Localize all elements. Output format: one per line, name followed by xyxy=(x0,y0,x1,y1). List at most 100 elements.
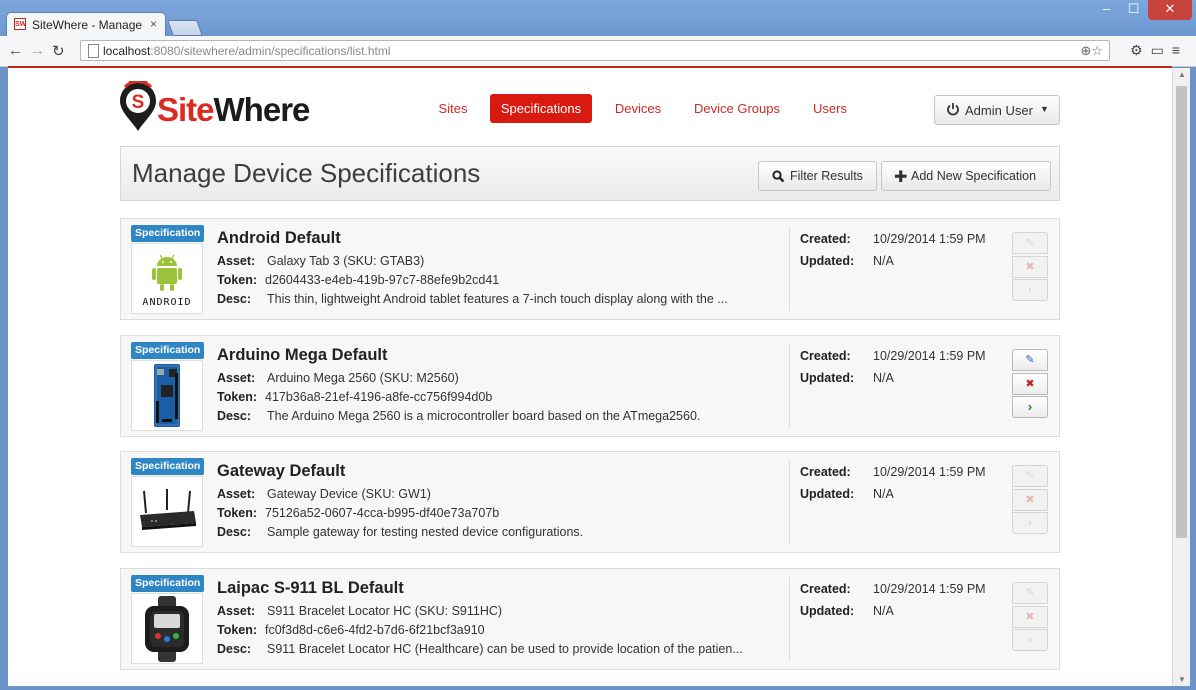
desc-label: Desc: xyxy=(217,292,252,306)
brand-name: SiteWhere xyxy=(157,91,311,129)
asset-value: Gateway Device (SKU: GW1) xyxy=(267,487,431,501)
delete-button-disabled[interactable]: ✖ xyxy=(1012,606,1048,628)
add-new-specification-button[interactable]: ✚ Add New Specification xyxy=(881,161,1051,191)
desc-value: The Arduino Mega 2560 is a microcontroll… xyxy=(267,409,701,423)
updated-row: Updated: N/A xyxy=(800,254,894,268)
filter-results-label: Filter Results xyxy=(790,169,863,183)
specification-card[interactable]: Specification Gateway Default Asset: Gate… xyxy=(120,451,1060,553)
nav-users[interactable]: Users xyxy=(809,94,851,123)
updated-row: Updated: N/A xyxy=(800,371,894,385)
new-tab-button[interactable] xyxy=(167,20,203,36)
specification-name[interactable]: Android Default xyxy=(217,229,341,248)
browser-tab[interactable]: SW SiteWhere - Manage × xyxy=(6,12,166,36)
forward-arrow-icon[interactable]: → xyxy=(30,42,45,59)
token-label: Token: xyxy=(217,623,258,637)
asset-value: Arduino Mega 2560 (SKU: M2560) xyxy=(267,371,459,385)
page-title-panel: Manage Device Specifications Filter Resu… xyxy=(120,146,1060,201)
close-window-button[interactable]: ✕ xyxy=(1148,0,1192,20)
created-label: Created: xyxy=(800,582,851,596)
scroll-down-icon[interactable]: ▼ xyxy=(1178,675,1186,684)
delete-icon: ✖ xyxy=(1025,378,1035,390)
edit-icon: ✎ xyxy=(1025,237,1035,249)
zoom-and-bookmark-icons[interactable]: ⊕☆ xyxy=(1080,43,1103,59)
nav-devices[interactable]: Devices xyxy=(610,94,666,123)
edit-button-disabled[interactable]: ✎ xyxy=(1012,582,1048,604)
token-label: Token: xyxy=(217,390,258,404)
desc-row: Desc: S911 Bracelet Locator HC (Healthcar… xyxy=(217,642,743,656)
updated-value: N/A xyxy=(873,487,894,501)
window-frame-right xyxy=(1190,68,1196,690)
asset-value: Galaxy Tab 3 (SKU: GTAB3) xyxy=(267,254,425,268)
android-logo-thumbnail: ANDROID xyxy=(131,243,203,314)
minimize-button[interactable]: – xyxy=(1094,0,1119,20)
token-label: Token: xyxy=(217,273,258,287)
asset-row: Asset: Gateway Device (SKU: GW1) xyxy=(217,487,431,501)
specification-card[interactable]: Specification Arduino Mega Default Asset… xyxy=(120,335,1060,437)
token-row: Token: fc0f3d8d-c6e6-4fd2-b7d6-6f21bcf3a9… xyxy=(217,623,485,637)
filter-results-button[interactable]: Filter Results xyxy=(758,161,877,191)
bracelet-locator-icon xyxy=(145,596,189,662)
caret-down-icon: ▼ xyxy=(1040,104,1049,114)
asset-label: Asset: xyxy=(217,254,256,268)
edit-icon: ✎ xyxy=(1025,587,1035,599)
edit-button-disabled[interactable]: ✎ xyxy=(1012,465,1048,487)
scrollbar-thumb[interactable] xyxy=(1176,86,1187,538)
vertical-scrollbar[interactable]: ▲ ▼ xyxy=(1172,68,1190,686)
asset-row: Asset: Galaxy Tab 3 (SKU: GTAB3) xyxy=(217,254,424,268)
browser-toolbar: ← → ↻ localhost:8080/sitewhere/admin/spe… xyxy=(0,36,1196,67)
desc-label: Desc: xyxy=(217,642,252,656)
svg-text:S: S xyxy=(132,92,145,113)
open-button-disabled[interactable]: › xyxy=(1012,629,1048,651)
specification-name[interactable]: Gateway Default xyxy=(217,462,345,481)
back-arrow-icon[interactable]: ← xyxy=(8,42,23,59)
page-viewport: S SiteWhere Sites Specifications Devices… xyxy=(8,68,1172,686)
url-host: localhost xyxy=(103,44,151,58)
arduino-board-icon xyxy=(154,364,180,427)
asset-value: S911 Bracelet Locator HC (SKU: S911HC) xyxy=(267,604,503,618)
edit-button[interactable]: ✎ xyxy=(1012,349,1048,371)
chevron-right-icon: › xyxy=(1027,399,1033,414)
card-divider xyxy=(789,227,790,311)
token-value: 417b36a8-21ef-4196-a8fe-cc756f994d0b xyxy=(265,390,493,404)
tab-close-icon[interactable]: × xyxy=(150,17,157,31)
card-divider xyxy=(789,344,790,428)
window-frame-bottom xyxy=(0,686,1196,690)
edit-button-disabled[interactable]: ✎ xyxy=(1012,232,1048,254)
nav-sites[interactable]: Sites xyxy=(432,94,474,123)
specification-name[interactable]: Laipac S-911 BL Default xyxy=(217,579,404,598)
brand-part1: Site xyxy=(157,91,215,128)
address-bar[interactable]: localhost:8080/sitewhere/admin/specifica… xyxy=(80,40,1110,61)
specification-badge: Specification xyxy=(131,225,205,242)
updated-label: Updated: xyxy=(800,371,855,385)
delete-button-disabled[interactable]: ✖ xyxy=(1012,489,1048,511)
brand-part2: Where xyxy=(213,91,311,128)
created-row: Created: 10/29/2014 1:59 PM xyxy=(800,349,986,363)
delete-button-disabled[interactable]: ✖ xyxy=(1012,256,1048,278)
delete-button[interactable]: ✖ xyxy=(1012,373,1048,395)
created-label: Created: xyxy=(800,232,851,246)
open-button[interactable]: › xyxy=(1012,396,1048,418)
created-value: 10/29/2014 1:59 PM xyxy=(873,232,986,246)
desc-value: Sample gateway for testing nested device… xyxy=(267,525,584,539)
page-icon xyxy=(88,44,99,58)
browser-menu-icons[interactable]: ⚙▭≡ xyxy=(1130,42,1188,59)
tab-title: SiteWhere - Manage xyxy=(32,18,143,32)
specification-card[interactable]: Specification ANDROID Android Default As… xyxy=(120,218,1060,320)
user-menu-button[interactable]: Admin User ▼ xyxy=(934,95,1060,125)
desc-row: Desc: Sample gateway for testing nested d… xyxy=(217,525,583,539)
maximize-button[interactable]: ☐ xyxy=(1121,0,1146,20)
open-button-disabled[interactable]: › xyxy=(1012,279,1048,301)
updated-value: N/A xyxy=(873,604,894,618)
card-divider xyxy=(789,577,790,661)
specification-card[interactable]: Specification Laipac S-911 BL Default As… xyxy=(120,568,1060,670)
open-button-disabled[interactable]: › xyxy=(1012,512,1048,534)
browser-titlebar: SW SiteWhere - Manage × – ☐ ✕ xyxy=(0,0,1196,36)
nav-specifications[interactable]: Specifications xyxy=(490,94,592,123)
specification-name[interactable]: Arduino Mega Default xyxy=(217,346,388,365)
reload-icon[interactable]: ↻ xyxy=(52,42,65,60)
asset-label: Asset: xyxy=(217,487,256,501)
nav-device-groups[interactable]: Device Groups xyxy=(691,94,783,123)
scroll-up-icon[interactable]: ▲ xyxy=(1178,70,1186,79)
page-title: Manage Device Specifications xyxy=(132,158,481,188)
add-new-specification-label: Add New Specification xyxy=(911,169,1037,183)
